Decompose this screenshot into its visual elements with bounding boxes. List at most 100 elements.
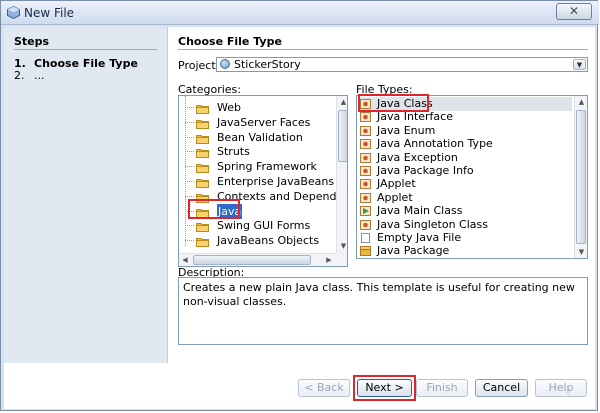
java-main-class-icon (360, 206, 371, 217)
folder-icon (196, 236, 209, 248)
help-button[interactable]: Help (535, 379, 587, 397)
category-label: Bean Validation (217, 130, 303, 144)
category-label: Enterprise JavaBeans (217, 175, 335, 188)
categories-horizontal-scrollbar[interactable]: ◀ ▶ (179, 253, 336, 266)
folder-icon (196, 133, 209, 144)
file-types-vertical-scrollbar[interactable]: ▲ ▼ (574, 96, 587, 258)
tree-guide-line (185, 96, 186, 246)
project-icon (220, 59, 230, 69)
step-label: ... (34, 69, 45, 82)
tree-branch (185, 225, 194, 227)
folder-icon (196, 177, 209, 188)
steps-panel: Steps 1. Choose File Type 2.... (4, 27, 168, 363)
next-button[interactable]: Next > (357, 379, 412, 397)
tree-branch (185, 240, 194, 242)
category-label: JavaBeans Objects (217, 234, 320, 248)
categories-tree[interactable]: Web JavaServer Faces Bean Validation Struts… (178, 95, 348, 267)
empty-file-icon (360, 233, 371, 243)
description-text: Creates a new plain Java class. This tem… (178, 277, 588, 345)
file-type-label: Java Main Class (377, 204, 463, 218)
folder-icon (196, 162, 209, 174)
tree-branch (185, 107, 194, 108)
java-class-icon (360, 125, 371, 136)
tree-branch (185, 195, 194, 197)
file-type-label: Java Annotation Type (377, 137, 493, 151)
finish-button[interactable]: Finish (416, 379, 468, 397)
file-type-item[interactable]: Java Package Info (359, 164, 572, 178)
java-class-highlight (358, 94, 429, 112)
project-combo[interactable]: StickerStory ▼ (216, 57, 588, 72)
file-type-label: Java Package (377, 244, 450, 258)
file-type-label: Java Interface (377, 110, 453, 124)
category-label: Struts (217, 145, 250, 159)
java-class-icon (360, 179, 371, 190)
scroll-right-icon[interactable]: ▶ (323, 254, 335, 266)
close-button[interactable]: ✕ (556, 3, 592, 20)
window-title: New File (24, 6, 75, 20)
file-type-item[interactable]: Applet (359, 191, 572, 205)
category-label: Web (217, 101, 241, 114)
folder-icon (196, 221, 209, 233)
categories-vertical-scrollbar[interactable]: ▲ ▼ (336, 96, 347, 253)
file-type-label: Java Enum (377, 123, 436, 137)
step-item-2: 2.... (14, 69, 164, 82)
chevron-down-icon[interactable]: ▼ (573, 59, 586, 70)
file-type-item[interactable]: Java Singleton Class (359, 218, 572, 232)
close-icon: ✕ (568, 4, 580, 18)
new-file-dialog: New File ✕ Steps 1. Choose File Type 2...… (0, 0, 599, 411)
file-type-item[interactable]: Java Exception (359, 151, 572, 165)
file-type-label: Applet (377, 190, 413, 204)
file-type-item[interactable]: Java Package (359, 244, 572, 258)
scroll-thumb[interactable] (338, 110, 347, 162)
category-label: JavaServer Faces (217, 115, 311, 129)
file-type-item[interactable]: Java Main Class (359, 204, 572, 218)
java-package-icon (360, 246, 371, 257)
scroll-thumb[interactable] (576, 110, 586, 244)
folder-icon (196, 118, 209, 129)
panel-title: Choose File Type (178, 35, 282, 48)
file-type-item[interactable]: Empty Java File (359, 231, 572, 245)
tree-branch (185, 121, 194, 123)
tree-branch (185, 166, 194, 168)
file-type-item[interactable]: Java Annotation Type (359, 137, 572, 151)
file-type-item[interactable]: Java Enum (359, 124, 572, 138)
file-types-list[interactable]: Java Class Java Interface Java Enum Java An… (356, 95, 588, 259)
java-class-icon (360, 152, 371, 163)
category-label: Spring Framework (217, 160, 317, 174)
java-class-icon (360, 166, 371, 176)
file-type-label: Java Exception (377, 150, 458, 164)
scrollbar-corner (336, 253, 347, 266)
project-value: StickerStory (234, 58, 301, 71)
java-class-icon (360, 139, 371, 150)
netbeans-app-icon (7, 6, 20, 19)
tree-branch (185, 181, 194, 182)
category-label: Swing GUI Forms (217, 219, 311, 233)
folder-icon (196, 103, 209, 114)
scroll-thumb[interactable] (193, 255, 311, 265)
scroll-up-icon[interactable]: ▲ (575, 96, 587, 108)
scroll-down-icon[interactable]: ▼ (337, 240, 347, 252)
file-type-label: JApplet (377, 177, 416, 191)
file-type-label: Empty Java File (377, 231, 462, 244)
step-number: 2. (14, 69, 25, 82)
project-label: Project: (178, 59, 220, 72)
cancel-button[interactable]: Cancel (475, 379, 528, 397)
file-type-item[interactable]: Java Interface (359, 110, 572, 124)
tree-branch (185, 136, 194, 138)
dialog-body: Steps 1. Choose File Type 2.... Choose Fi… (4, 27, 595, 409)
scroll-up-icon[interactable]: ▲ (337, 96, 347, 108)
scroll-down-icon[interactable]: ▼ (575, 246, 587, 258)
java-class-icon (360, 192, 371, 203)
back-button[interactable]: < Back (298, 379, 350, 397)
folder-icon (196, 147, 209, 159)
java-category-highlight (188, 199, 240, 219)
steps-title: Steps (14, 35, 50, 48)
java-class-icon (360, 219, 371, 230)
file-type-item[interactable]: JApplet (359, 177, 572, 191)
java-class-icon (360, 112, 371, 123)
divider (14, 49, 157, 50)
file-type-label: Java Singleton Class (377, 217, 488, 231)
title-bar: New File ✕ (1, 1, 599, 25)
divider (178, 49, 588, 50)
tree-branch (185, 151, 194, 153)
